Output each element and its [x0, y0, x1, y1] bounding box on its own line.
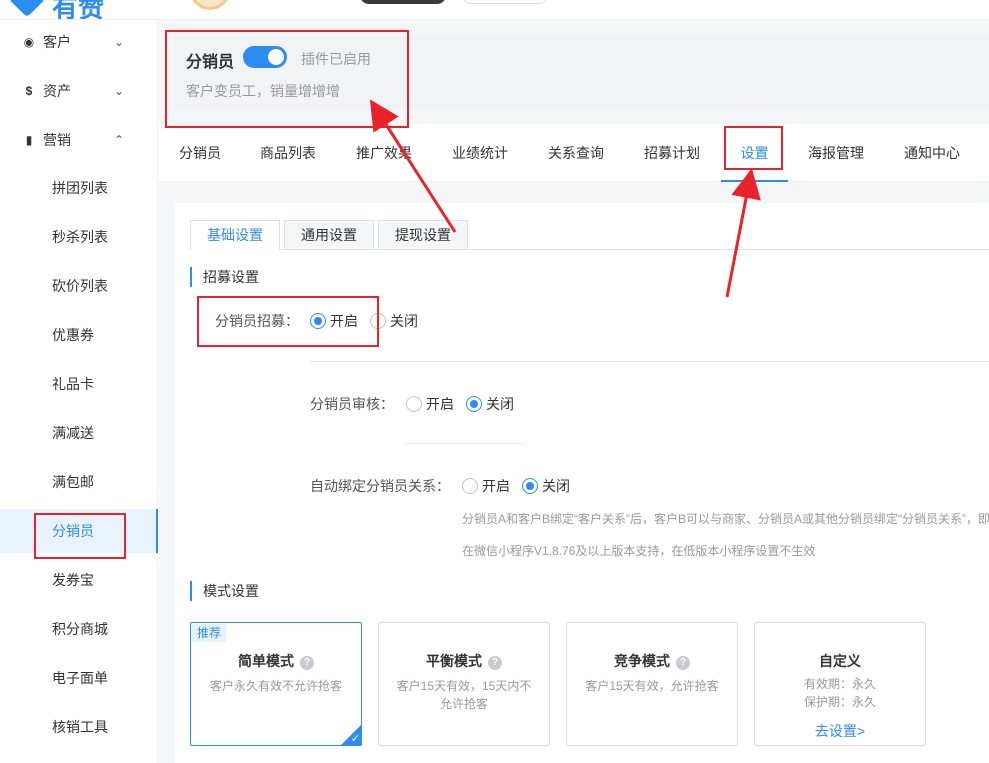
tab-recruit-plan[interactable]: 招募计划: [644, 124, 700, 182]
radio-dot: [310, 313, 326, 329]
avatar[interactable]: [190, 0, 230, 10]
custom-validity: 有效期：永久: [803, 677, 876, 691]
recruit-radio-off[interactable]: 关闭: [370, 311, 418, 331]
tab-distributors[interactable]: 分销员: [179, 124, 221, 182]
sidebar-group-marketing[interactable]: ▮ 营销 ⌃: [0, 120, 158, 160]
mode-name: 简单模式?: [191, 651, 361, 671]
sidebar-item-points-mall[interactable]: 积分商城: [0, 607, 158, 651]
mode-card-custom[interactable]: 自定义 有效期：永久 保护期：永久 去设置>: [754, 622, 926, 746]
mode-description: 客户15天有效，允许抢客: [585, 679, 719, 693]
tab-notifications[interactable]: 通知中心: [904, 124, 960, 182]
sidebar-item-discount[interactable]: 满减送: [0, 411, 158, 455]
auto-bind-radio-on[interactable]: 开启: [462, 476, 510, 496]
logo-icon: [8, 0, 46, 18]
auto-bind-note: 分销员A和客户B绑定“客户关系”后，客户B可以与商家、分销员A或其他分销员绑定“…: [462, 512, 989, 526]
mode-title: 简单模式: [238, 653, 294, 669]
mode-card-competitive[interactable]: 竞争模式? 客户15天有效，允许抢客: [566, 622, 738, 746]
tab-relation-query[interactable]: 关系查询: [548, 124, 604, 182]
audit-radio-off[interactable]: 关闭: [466, 394, 514, 414]
radio-label: 开启: [482, 478, 510, 494]
chevron-down-icon: ⌄: [113, 84, 125, 98]
version-note: 在微信小程序V1.8.76及以上版本支持，在低版本小程序设置不生效: [462, 544, 816, 558]
header-outline-button[interactable]: [462, 0, 548, 4]
help-icon[interactable]: ?: [676, 656, 690, 670]
plugin-enable-toggle[interactable]: [243, 46, 287, 68]
radio-dot: [370, 313, 386, 329]
radio-label: 关闭: [486, 396, 514, 412]
radio-label: 开启: [330, 313, 358, 329]
section-title-mode: 模式设置: [190, 581, 259, 601]
tab-promotion-effect[interactable]: 推广效果: [356, 124, 412, 182]
recommend-badge: 推荐: [192, 624, 227, 642]
divider: [310, 361, 989, 362]
radio-dot: [466, 396, 482, 412]
sidebar: ◉ 客户 ⌄ $ 资产 ⌄ ▮ 营销 ⌃ 拼团列表 秒杀列表 砍价列表 优惠券 …: [0, 20, 158, 763]
chevron-up-icon: ⌃: [113, 133, 125, 147]
recruit-radio-on[interactable]: 开启: [310, 311, 358, 331]
tab-settings[interactable]: 设置: [721, 124, 788, 182]
mode-description: 客户15天有效，15天内不允许抢客: [396, 679, 532, 711]
sidebar-item-distributor[interactable]: 分销员: [0, 509, 158, 553]
sidebar-item-bargain[interactable]: 砍价列表: [0, 264, 158, 308]
radio-label: 开启: [426, 396, 454, 412]
sidebar-group-customers[interactable]: ◉ 客户 ⌄: [0, 22, 158, 62]
logo-text: 有赞: [52, 0, 105, 20]
divider: [405, 443, 523, 444]
sidebar-group-assets[interactable]: $ 资产 ⌄: [0, 71, 158, 111]
top-header: 有赞: [0, 0, 989, 20]
radio-label: 关闭: [390, 313, 418, 329]
mode-name: 平衡模式?: [379, 651, 549, 671]
help-icon[interactable]: ?: [300, 656, 314, 670]
sidebar-item-flash-sale[interactable]: 秒杀列表: [0, 215, 158, 259]
check-icon: ✓: [350, 733, 360, 745]
mode-card-simple[interactable]: 推荐 简单模式? 客户永久有效不允许抢客 ✓: [190, 622, 362, 746]
help-icon[interactable]: ?: [488, 656, 502, 670]
plugin-description: 客户变员工，销量增增增: [186, 83, 340, 99]
audit-radio-on[interactable]: 开启: [406, 394, 454, 414]
subtab-general-settings[interactable]: 通用设置: [284, 220, 374, 250]
sidebar-group-label: 资产: [43, 83, 71, 99]
auto-bind-radio-off[interactable]: 关闭: [522, 476, 570, 496]
sidebar-item-gift-card[interactable]: 礼品卡: [0, 362, 158, 406]
tab-products[interactable]: 商品列表: [260, 124, 316, 182]
sidebar-item-e-waybill[interactable]: 电子面单: [0, 656, 158, 700]
radio-label: 关闭: [542, 478, 570, 494]
go-settings-link[interactable]: 去设置>: [755, 721, 925, 741]
radio-dot: [406, 396, 422, 412]
sidebar-group-label: 营销: [43, 132, 71, 148]
customers-icon: ◉: [23, 35, 35, 49]
sidebar-item-verify-tool[interactable]: 核销工具: [0, 705, 158, 749]
recruit-label: 分销员招募：: [215, 313, 299, 329]
radio-dot: [462, 478, 478, 494]
mode-card-balanced[interactable]: 平衡模式? 客户15天有效，15天内不允许抢客: [378, 622, 550, 746]
main-tabs: 分销员 商品列表 推广效果 业绩统计 关系查询 招募计划 设置 海报管理 通知中…: [159, 124, 989, 182]
mode-description: 客户永久有效不允许抢客: [209, 679, 342, 693]
mode-name: 竞争模式?: [567, 651, 737, 671]
header-pill-button[interactable]: [360, 0, 446, 4]
tab-posters[interactable]: 海报管理: [808, 124, 864, 182]
assets-icon: $: [25, 84, 33, 98]
auto-bind-label: 自动绑定分销员关系：: [310, 478, 450, 494]
custom-protection: 保护期：永久: [803, 695, 876, 709]
plugin-title: 分销员: [186, 54, 235, 71]
sidebar-item-free-shipping[interactable]: 满包邮: [0, 460, 158, 504]
plugin-status-text: 插件已启用: [301, 51, 371, 67]
audit-label: 分销员审核：: [310, 396, 394, 412]
mode-title: 平衡模式: [426, 653, 482, 669]
marketing-icon: ▮: [25, 133, 33, 147]
mode-title: 竞争模式: [614, 653, 670, 669]
radio-dot: [522, 478, 538, 494]
sidebar-item-group-buy[interactable]: 拼团列表: [0, 166, 158, 210]
mode-title: 自定义: [819, 653, 861, 669]
chevron-down-icon: ⌄: [113, 35, 125, 49]
section-title-recruit: 招募设置: [190, 267, 259, 287]
sidebar-group-label: 客户: [43, 34, 71, 50]
sidebar-item-coupons[interactable]: 优惠券: [0, 313, 158, 357]
subtab-basic-settings[interactable]: 基础设置: [190, 220, 280, 250]
sidebar-item-coupon-tool[interactable]: 发券宝: [0, 558, 158, 602]
subtab-withdraw-settings[interactable]: 提现设置: [378, 220, 468, 250]
tab-performance[interactable]: 业绩统计: [452, 124, 508, 182]
